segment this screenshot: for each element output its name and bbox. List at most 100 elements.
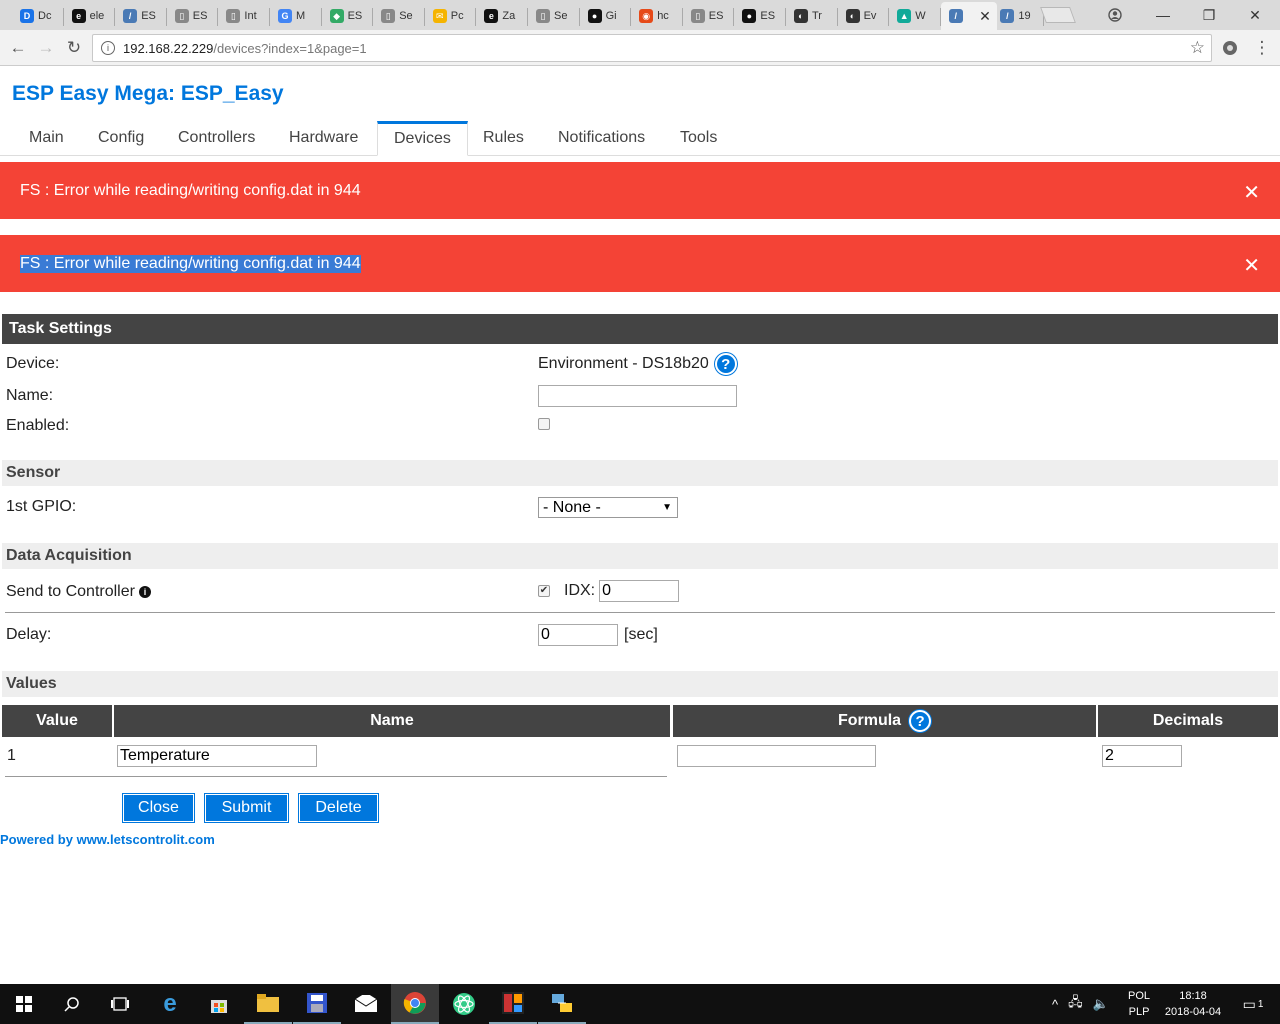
atom-icon[interactable]: [440, 984, 488, 1024]
column-header-formula: Formula?: [673, 705, 1096, 737]
menu-rules[interactable]: Rules: [467, 121, 540, 156]
browser-tab[interactable]: ◐ Ev: [838, 2, 890, 30]
formula-help-icon[interactable]: ?: [909, 710, 932, 732]
back-icon[interactable]: ←: [6, 36, 30, 60]
delay-unit: [sec]: [624, 626, 658, 643]
browser-tab[interactable]: ◆ ES: [322, 2, 374, 30]
delete-button[interactable]: Delete: [299, 794, 378, 822]
tab-label: Dc: [38, 10, 52, 22]
error-alert: FS : Error while reading/writing config.…: [0, 235, 1280, 292]
formula-input[interactable]: [677, 745, 876, 767]
browser-tab[interactable]: D Dc: [12, 2, 64, 30]
site-info-icon[interactable]: i: [101, 41, 115, 55]
bookmark-star-icon[interactable]: ☆: [1190, 38, 1205, 58]
tab-label: ES: [347, 10, 363, 22]
tab-label: Ev: [863, 10, 877, 22]
close-tab-icon[interactable]: ✕: [979, 8, 991, 25]
mail-icon[interactable]: [342, 984, 390, 1024]
minimize-icon[interactable]: —: [1140, 0, 1186, 30]
alert-text: FS : Error while reading/writing config.…: [20, 181, 361, 199]
enabled-checkbox[interactable]: [538, 418, 550, 430]
volume-icon[interactable]: 🔈: [1093, 996, 1109, 1012]
tab-label: ES: [141, 10, 156, 22]
browser-tab[interactable]: / ✕: [940, 2, 997, 30]
powered-by-link[interactable]: Powered by www.letscontrolit.com: [0, 832, 215, 847]
store-icon[interactable]: [195, 984, 243, 1024]
delay-input[interactable]: 0: [538, 624, 618, 646]
address-bar[interactable]: i 192.168.22.229/devices?index=1&page=1 …: [92, 34, 1212, 62]
browser-tab[interactable]: ▯ Int: [218, 2, 270, 30]
send-to-controller-text: Send to Controller: [6, 583, 135, 600]
extension-icon[interactable]: [1218, 36, 1242, 60]
decimals-input[interactable]: 2: [1102, 745, 1182, 767]
browser-tab[interactable]: ● Gi: [580, 2, 632, 30]
tab-label: Pc: [450, 10, 464, 22]
browser-tab[interactable]: ◉ hc: [631, 2, 683, 30]
tab-label: Gi: [605, 10, 617, 22]
browser-tab[interactable]: GM: [270, 2, 322, 30]
lang-code: POL: [1128, 990, 1151, 1002]
taskbar: e ^ 🖧 🔈 POL PLP 18:18 2018-04-04 ▭ 1: [0, 984, 1280, 1024]
send-to-controller-checkbox[interactable]: ✔: [538, 585, 550, 597]
tab-label: ES: [192, 10, 208, 22]
restore-icon[interactable]: ❐: [1186, 0, 1232, 30]
network-icon[interactable]: 🖧: [1068, 993, 1083, 1015]
browser-tab[interactable]: / ES: [115, 2, 167, 30]
browser-tab[interactable]: /19: [992, 2, 1044, 30]
chrome-menu-icon[interactable]: ⋮: [1250, 36, 1274, 60]
new-tab-button[interactable]: [1040, 7, 1076, 23]
value-name-input[interactable]: Temperature: [117, 745, 317, 767]
menu-controllers[interactable]: Controllers: [162, 121, 271, 156]
tab-favicon-icon: ▯: [536, 9, 550, 23]
search-icon[interactable]: [48, 984, 96, 1024]
browser-tab[interactable]: ▯ ES: [683, 2, 735, 30]
browser-tab[interactable]: ▯ Se: [373, 2, 425, 30]
tab-favicon-icon: e: [484, 9, 499, 23]
menu-notifications[interactable]: Notifications: [542, 121, 661, 156]
browser-tab[interactable]: ▲ W: [889, 2, 941, 30]
save-app-icon[interactable]: [293, 984, 341, 1024]
delay-label: Delay:: [6, 626, 52, 643]
tab-label: W: [915, 10, 926, 22]
column-header-text: Name: [370, 712, 414, 729]
browser-tab[interactable]: e ele: [64, 2, 116, 30]
browser-tab[interactable]: ● ES: [734, 2, 786, 30]
tab-favicon-icon: ◉: [639, 9, 654, 23]
gpio-select[interactable]: - None - ▼: [538, 497, 678, 518]
idx-input[interactable]: 0: [599, 580, 680, 602]
browser-tab[interactable]: e Za: [476, 2, 528, 30]
menu-hardware[interactable]: Hardware: [273, 121, 374, 156]
idx-label: IDX:: [564, 582, 596, 599]
close-alert-icon[interactable]: ✕: [1243, 180, 1260, 205]
start-icon[interactable]: [0, 984, 48, 1024]
chrome-icon[interactable]: [391, 984, 439, 1024]
clock[interactable]: 18:18 2018-04-04: [1163, 984, 1223, 1024]
forward-icon[interactable]: →: [34, 36, 58, 60]
close-button[interactable]: Close: [123, 794, 194, 822]
tab-favicon-icon: ▯: [690, 9, 705, 23]
menu-tools[interactable]: Tools: [664, 121, 733, 156]
close-alert-icon[interactable]: ✕: [1243, 253, 1260, 278]
name-input[interactable]: [538, 385, 737, 407]
reload-icon[interactable]: ↻: [62, 36, 86, 60]
main-menu: Main Config Controllers Hardware Devices…: [0, 121, 1280, 156]
menu-main[interactable]: Main: [13, 121, 80, 156]
close-window-icon[interactable]: ✕: [1232, 0, 1278, 30]
browser-tab[interactable]: ✉ Pc: [425, 2, 477, 30]
edge-icon[interactable]: e: [146, 984, 194, 1024]
profile-icon[interactable]: [1092, 0, 1138, 30]
menu-devices[interactable]: Devices: [377, 121, 468, 156]
notification-center-icon[interactable]: ▭ 1: [1238, 984, 1268, 1024]
browser-tab[interactable]: ◐ Tr: [786, 2, 838, 30]
menu-config[interactable]: Config: [82, 121, 160, 156]
submit-button[interactable]: Submit: [205, 794, 288, 822]
file-explorer-icon[interactable]: [244, 984, 292, 1024]
network-app-icon[interactable]: [538, 984, 586, 1024]
browser-tab[interactable]: ▯ Se: [528, 2, 580, 30]
browser-tab[interactable]: ▯ ES: [167, 2, 219, 30]
language-indicator[interactable]: POL PLP: [1128, 984, 1150, 1024]
help-icon[interactable]: ?: [714, 353, 737, 375]
task-view-icon[interactable]: [96, 984, 144, 1024]
tray-chevron-icon[interactable]: ^: [1052, 997, 1058, 1012]
media-app-icon[interactable]: [489, 984, 537, 1024]
